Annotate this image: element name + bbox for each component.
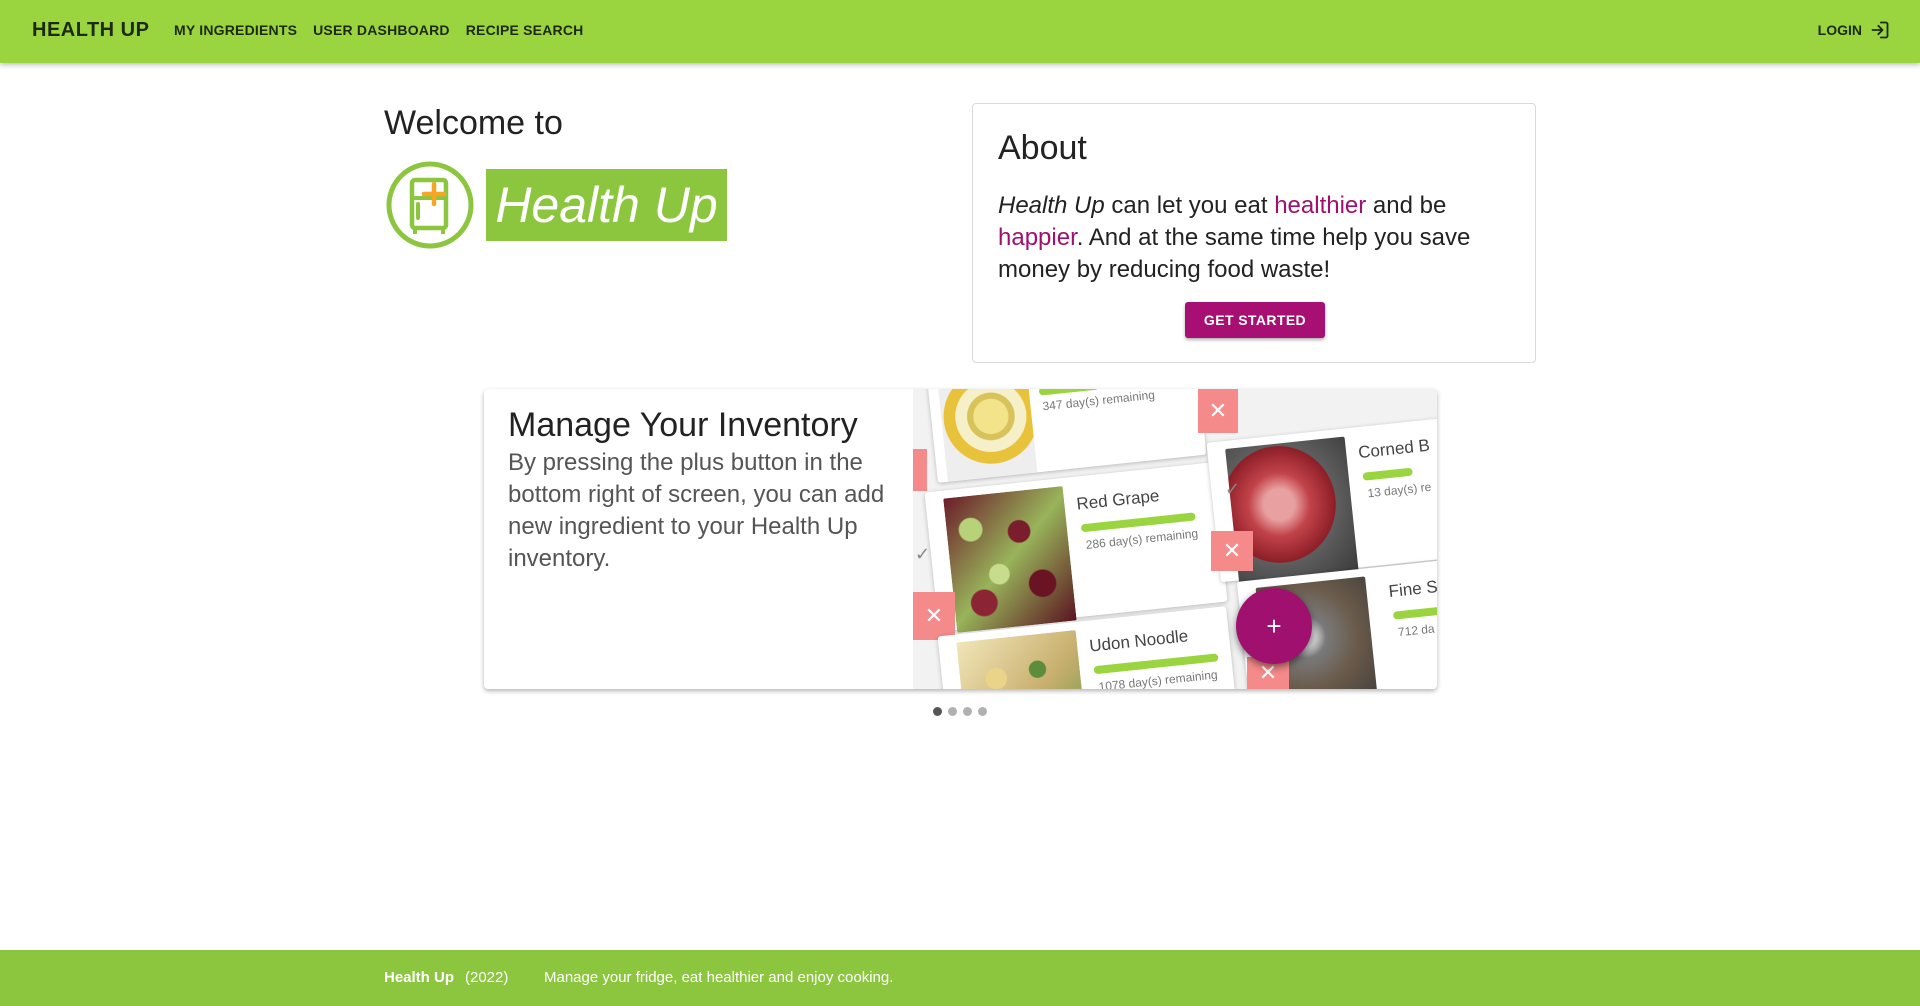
noodle-name: Udon Noodle [1088, 626, 1190, 656]
noodle-photo [956, 630, 1087, 689]
oil-photo [936, 389, 1038, 482]
inventory-card-red-grape: Red Grape 286 day(s) remaining [924, 462, 1228, 633]
grape-check-icon: ✓ [915, 544, 931, 564]
beef-delete-icon: ✕ [1211, 531, 1253, 571]
about-card: About Health Up can let you eat healthie… [972, 103, 1536, 363]
login-label: LOGIN [1817, 22, 1862, 38]
carousel-dot-3[interactable] [963, 707, 972, 716]
beef-remaining: 13 day(s) re [1366, 479, 1432, 501]
fridge-logo-icon [386, 161, 474, 249]
footer-tagline: Manage your fridge, eat healthier and en… [544, 969, 894, 986]
login-button[interactable]: LOGIN [1818, 20, 1890, 40]
inventory-screenshot: 347 day(s) remaining Red Grape 286 day(s… [913, 389, 1437, 689]
oil-delete-icon [913, 449, 927, 491]
carousel-dot-4[interactable] [978, 707, 987, 716]
brand-title[interactable]: HEALTH UP [32, 19, 149, 42]
beef-name: Corned B [1357, 435, 1431, 463]
corned-beef-top-delete-icon: ✕ [1198, 389, 1238, 433]
main-nav: MY INGREDIENTS USER DASHBOARD RECIPE SEA… [174, 22, 599, 38]
top-app-bar: HEALTH UP MY INGREDIENTS USER DASHBOARD … [0, 0, 1920, 63]
nav-my-ingredients[interactable]: MY INGREDIENTS [174, 22, 297, 38]
nav-recipe-search[interactable]: RECIPE SEARCH [466, 22, 584, 38]
about-text: Health Up can let you eat healthier and … [998, 190, 1518, 286]
carousel-dot-1[interactable] [933, 707, 942, 716]
grape-delete-icon: ✕ [913, 592, 955, 640]
grape-name: Red Grape [1075, 486, 1161, 514]
slide-description: By pressing the plus button in the botto… [508, 449, 885, 572]
footer: Health Up (2022) Manage your fridge, eat… [0, 950, 1920, 1006]
carousel-dot-2[interactable] [948, 707, 957, 716]
fine-s-remaining: 712 da [1397, 621, 1436, 640]
nav-user-dashboard[interactable]: USER DASHBOARD [313, 22, 450, 38]
grape-photo [943, 486, 1077, 633]
get-started-button[interactable]: GET STARTED [1185, 302, 1325, 338]
carousel-indicators [933, 707, 993, 716]
welcome-heading: Welcome to [384, 104, 563, 142]
logo-banner: Health Up [486, 169, 727, 241]
beef-check-icon: ✓ [1225, 479, 1241, 499]
about-title: About [998, 129, 1087, 167]
footer-year: (2022) [465, 969, 509, 986]
about-happier-word: happier [998, 224, 1077, 251]
footer-brand: Health Up [384, 969, 455, 986]
fine-s-progress-bar [1392, 605, 1437, 620]
login-icon [1871, 21, 1889, 39]
about-text-part-1: can let you eat [1104, 192, 1275, 219]
beef-progress-bar [1362, 467, 1413, 481]
about-brand-name: Health Up [998, 192, 1105, 219]
fine-s-name: Fine S [1387, 576, 1437, 602]
add-ingredient-fab: + [1236, 588, 1312, 664]
slide-title: Manage Your Inventory [508, 406, 858, 444]
about-healthier-word: healthier [1274, 192, 1367, 219]
about-text-part-2: and be [1366, 192, 1447, 219]
feature-carousel[interactable]: Manage Your Inventory By pressing the pl… [484, 389, 1437, 689]
